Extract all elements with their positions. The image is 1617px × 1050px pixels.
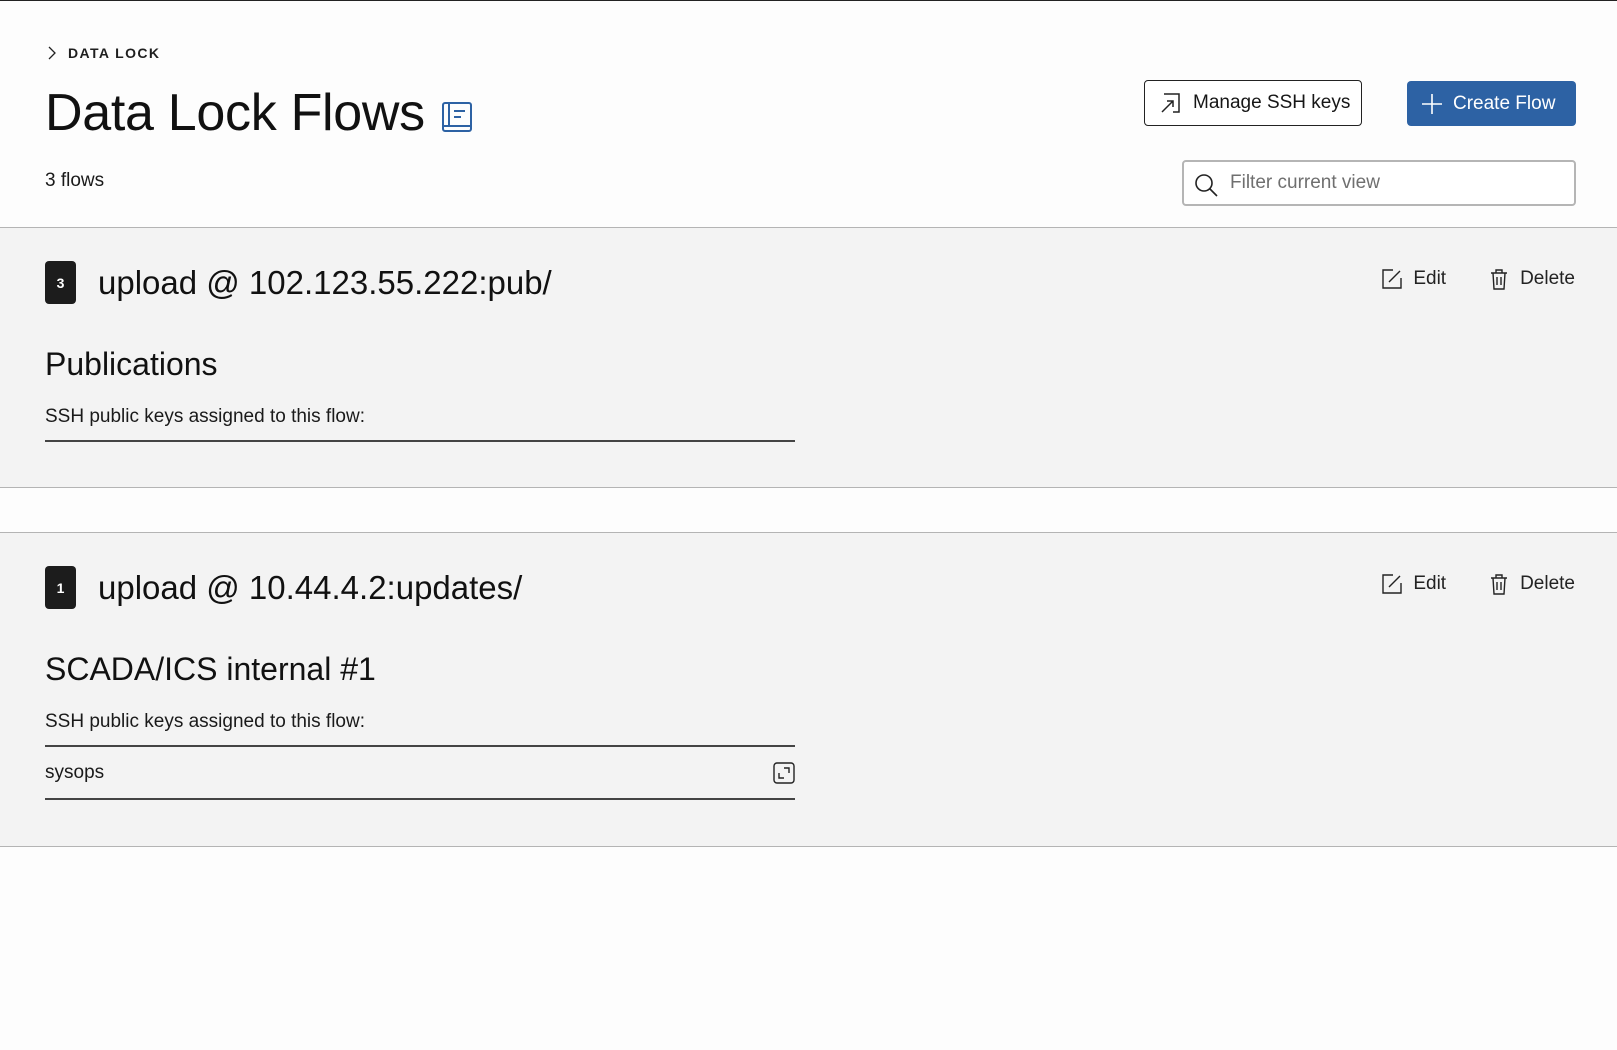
filter-input[interactable] <box>1230 172 1550 194</box>
flow-card: 1 upload @ 10.44.4.2:updates/ Edit Delet… <box>0 532 1617 847</box>
flow-name: Publications <box>45 346 218 382</box>
create-flow-button[interactable]: Create Flow <box>1407 81 1576 126</box>
flow-id-badge: 1 <box>45 566 76 609</box>
flow-title: upload @ 102.123.55.222:pub/ <box>98 263 552 301</box>
delete-button[interactable]: Delete <box>1488 573 1575 595</box>
ssh-keys-list <box>45 440 795 442</box>
trash-icon <box>1491 574 1508 595</box>
delete-button[interactable]: Delete <box>1488 268 1575 290</box>
edit-label: Edit <box>1413 573 1447 594</box>
edit-button[interactable]: Edit <box>1381 573 1446 595</box>
edit-icon <box>1382 574 1403 594</box>
edit-label: Edit <box>1413 268 1447 289</box>
breadcrumb[interactable]: DATA LOCK <box>46 45 160 61</box>
ssh-keys-list: sysops <box>45 745 795 800</box>
flow-header: 3 upload @ 102.123.55.222:pub/ <box>45 261 552 304</box>
flow-header: 1 upload @ 10.44.4.2:updates/ <box>45 566 522 609</box>
manage-ssh-keys-button[interactable]: Manage SSH keys <box>1144 80 1362 126</box>
ssh-keys-label: SSH public keys assigned to this flow: <box>45 711 365 732</box>
ssh-key-row: sysops <box>45 747 795 800</box>
flow-count: 3 flows <box>45 170 105 191</box>
edit-icon <box>1382 269 1403 289</box>
documentation-icon[interactable] <box>441 101 473 133</box>
flow-card: 3 upload @ 102.123.55.222:pub/ Edit Dele… <box>0 227 1617 488</box>
flow-id-badge: 3 <box>45 261 76 304</box>
ssh-key-name: sysops <box>45 761 105 783</box>
page-title: Data Lock Flows <box>45 84 425 142</box>
breadcrumb-data-lock[interactable]: DATA LOCK <box>68 45 160 61</box>
create-flow-label: Create Flow <box>1453 92 1556 114</box>
flow-title: upload @ 10.44.4.2:updates/ <box>98 568 523 606</box>
trash-icon <box>1491 269 1508 290</box>
edit-button[interactable]: Edit <box>1381 268 1446 290</box>
manage-ssh-keys-label: Manage SSH keys <box>1193 92 1351 113</box>
plus-icon <box>1422 93 1442 114</box>
search-icon <box>1195 174 1218 197</box>
launch-icon <box>1161 93 1180 113</box>
title-row: Data Lock Flows <box>45 83 473 143</box>
flow-actions: Edit Delete <box>1381 268 1575 290</box>
ssh-keys-label: SSH public keys assigned to this flow: <box>45 406 365 427</box>
chevron-right-icon <box>48 46 56 60</box>
minimize-icon[interactable] <box>773 761 795 784</box>
delete-label: Delete <box>1520 268 1575 289</box>
flow-name: SCADA/ICS internal #1 <box>45 651 376 687</box>
filter-field[interactable] <box>1182 160 1576 206</box>
page-header: DATA LOCK Data Lock Flows 3 flows Manage… <box>0 1 1617 227</box>
delete-label: Delete <box>1520 573 1575 594</box>
flow-actions: Edit Delete <box>1381 573 1575 595</box>
